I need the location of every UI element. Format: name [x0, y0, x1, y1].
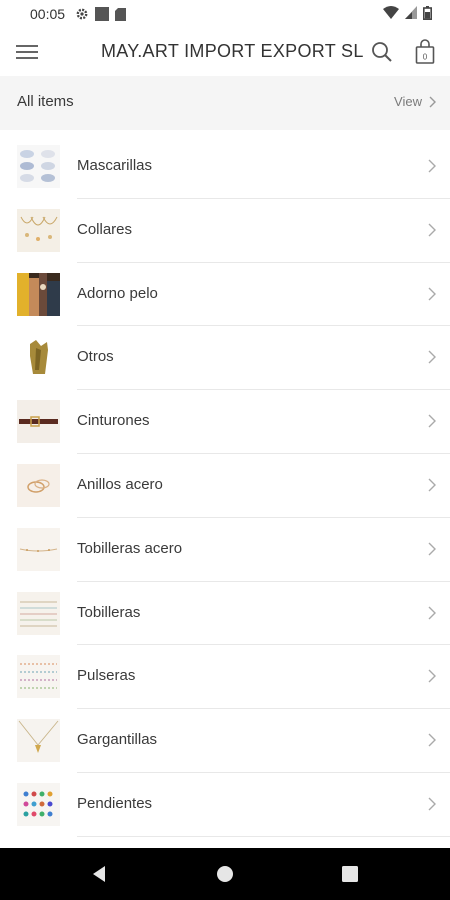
category-label: Tobilleras acero [77, 539, 183, 557]
chevron-right-icon [428, 542, 436, 556]
category-row-pendientes[interactable]: Pendientes [0, 773, 450, 837]
cinturones-thumbnail [17, 400, 60, 444]
category-label: Otros [77, 348, 114, 366]
cart-count: 0 [423, 53, 428, 62]
chevron-right-icon [428, 733, 436, 747]
pulseras-thumbnail [17, 655, 60, 699]
tobilleras-acero-thumbnail [17, 527, 60, 571]
system-nav-bar [0, 848, 450, 900]
category-row-anillos-acero[interactable]: Anillos acero [0, 454, 450, 518]
otros-thumbnail [17, 336, 60, 380]
category-row-adorno-pelo[interactable]: Adorno pelo [0, 263, 450, 327]
anillos-acero-thumbnail [17, 463, 60, 507]
chevron-right-icon [428, 159, 436, 173]
category-label: Collares [77, 220, 133, 238]
chevron-right-icon [428, 223, 436, 237]
view-link[interactable]: View [394, 94, 436, 109]
chevron-right-icon [429, 96, 436, 107]
category-label: Pulseras [77, 667, 136, 685]
category-row-otros[interactable]: Otros [0, 326, 450, 390]
store-title: MAY.ART IMPORT EXPORT SL [101, 41, 364, 61]
app-bar: MAY.ART IMPORT EXPORT SL 0 [0, 28, 450, 76]
chevron-right-icon [428, 287, 436, 301]
mascarillas-thumbnail [17, 145, 60, 188]
category-label: Gargantillas [77, 731, 158, 749]
category-row-cinturones[interactable]: Cinturones [0, 390, 450, 454]
battery-icon [423, 5, 433, 23]
category-row-tobilleras[interactable]: Tobilleras [0, 582, 450, 646]
wifi-icon [383, 6, 399, 22]
recents-icon[interactable] [340, 864, 360, 884]
pendientes-thumbnail [17, 782, 60, 826]
status-bar: 00:05 [0, 0, 450, 28]
settings-icon [75, 7, 89, 21]
chevron-right-icon [428, 478, 436, 492]
category-row-tobilleras-acero[interactable]: Tobilleras acero [0, 518, 450, 582]
chevron-right-icon [428, 606, 436, 620]
view-label: View [394, 94, 422, 109]
category-row-pulseras[interactable]: Pulseras [0, 645, 450, 709]
hamburger-menu-icon[interactable] [14, 40, 40, 64]
home-icon[interactable] [215, 864, 235, 884]
category-label: Adorno pelo [77, 284, 158, 302]
category-row-gargantillas[interactable]: Gargantillas [0, 709, 450, 773]
category-label: Cinturones [77, 412, 150, 430]
all-items-row[interactable]: All items View [0, 76, 450, 130]
category-label: Pendientes [77, 794, 153, 812]
category-label: Mascarillas [77, 157, 153, 174]
all-items-label: All items [17, 93, 74, 110]
signal-icon [405, 6, 417, 22]
category-list: Mascarillas Collares Adorno pelo Otros C… [0, 135, 450, 837]
gargantillas-thumbnail [17, 719, 60, 763]
chevron-right-icon [428, 414, 436, 428]
square-icon [95, 7, 110, 21]
category-label: Anillos acero [77, 475, 163, 493]
category-label: Tobilleras [77, 603, 141, 621]
collares-thumbnail [17, 208, 60, 252]
back-icon[interactable] [89, 864, 109, 884]
status-time: 00:05 [30, 6, 66, 22]
sd-card-icon [115, 7, 127, 21]
category-row-mascarillas[interactable]: Mascarillas [0, 135, 450, 199]
chevron-right-icon [428, 350, 436, 364]
shopping-bag-icon[interactable]: 0 [413, 39, 437, 65]
search-icon[interactable] [370, 40, 394, 64]
tobilleras-thumbnail [17, 591, 60, 635]
category-row-collares[interactable]: Collares [0, 199, 450, 263]
chevron-right-icon [428, 669, 436, 683]
adorno-pelo-thumbnail [17, 272, 60, 316]
chevron-right-icon [428, 797, 436, 811]
